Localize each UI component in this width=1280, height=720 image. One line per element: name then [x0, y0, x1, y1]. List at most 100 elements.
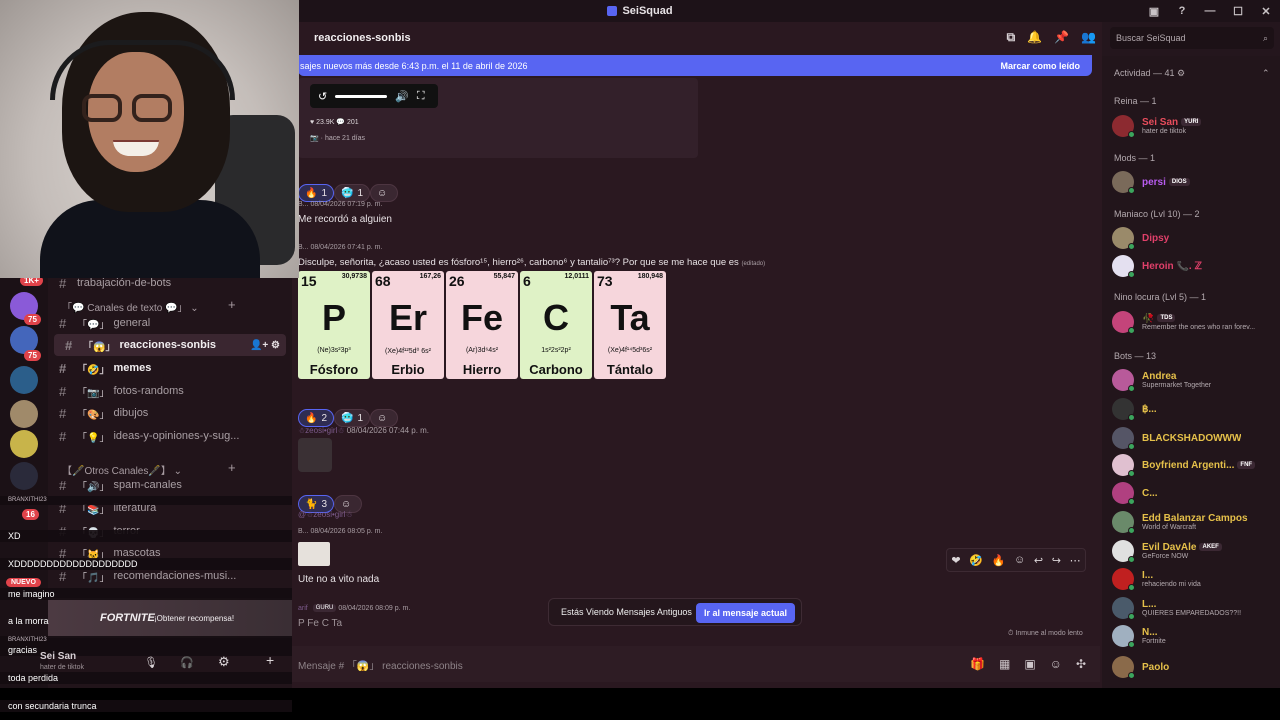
minimize-button[interactable]: —	[1196, 0, 1224, 22]
window-title: SeiSquad	[622, 5, 673, 17]
member-name: L...	[1142, 599, 1241, 610]
member-name-text: 🥀	[1142, 313, 1155, 324]
inbox-icon[interactable]: ▣	[1140, 0, 1168, 22]
close-button[interactable]: ✕	[1252, 0, 1280, 22]
add-icon[interactable]: +	[266, 652, 274, 668]
server-avatar[interactable]	[10, 400, 38, 428]
gift-icon[interactable]: 🎁	[970, 657, 985, 671]
member-item[interactable]: Boyfriend Argenti... FNF	[1112, 451, 1280, 479]
element-name: Erbio	[391, 362, 425, 377]
member-info: N... Fortnite	[1142, 627, 1166, 645]
overlay-text: a la morra	[8, 616, 49, 626]
channel-item[interactable]: # trabajación-de-bots	[48, 278, 292, 294]
member-item[interactable]: L... QUIERES EMPAREDADOS??!!	[1112, 594, 1280, 622]
member-item[interactable]: Dipsy	[1112, 224, 1280, 252]
cat-sticker[interactable]	[298, 438, 332, 472]
emoji-icon[interactable]: ☺	[1050, 657, 1062, 671]
member-item[interactable]: Heroin 📞. ℤ	[1112, 252, 1280, 280]
reaction-emoji: ☺	[377, 412, 388, 424]
reply-icon[interactable]: ↩	[1034, 554, 1043, 567]
element-mass: 180,948	[637, 273, 663, 280]
volume-slider[interactable]	[335, 94, 388, 98]
laugh-reaction-icon[interactable]: 🤣	[969, 554, 983, 567]
volume-icon[interactable]: 🔊	[395, 90, 409, 103]
add-channel-icon[interactable]: +	[228, 297, 236, 312]
collapse-icon[interactable]: ⌃	[1262, 68, 1270, 79]
username[interactable]: ☃zeosi•girl☃	[298, 426, 345, 435]
search-icon[interactable]: ⌕	[1263, 33, 1268, 44]
server-avatar[interactable]	[10, 366, 38, 394]
replay-icon[interactable]: ↺	[318, 90, 327, 103]
bell-icon[interactable]: 🔔	[1027, 30, 1042, 45]
server-avatar[interactable]	[10, 430, 38, 458]
reaction-emoji: 🥶	[341, 187, 354, 199]
member-item[interactable]: BLACKSHADOWWW	[1112, 424, 1280, 452]
member-item[interactable]: Edd Balanzar Campos World of Warcraft	[1112, 508, 1280, 536]
more-icon[interactable]: ⋯	[1070, 554, 1081, 567]
member-item[interactable]: C...	[1112, 479, 1280, 507]
pin-icon[interactable]: 📌	[1054, 30, 1069, 45]
headphones-icon[interactable]: 🎧	[180, 656, 194, 669]
server-avatar[interactable]	[10, 462, 38, 490]
reaction-pill[interactable]: 🔥 2	[298, 409, 335, 427]
members-icon[interactable]: 👥	[1081, 30, 1096, 45]
message-list: ↺ 🔊 ⛶ ♥ 23.9K 💬 201 📷 · hace 21 días 🔥 1 🥶…	[298, 78, 1092, 646]
threads-icon[interactable]: ⧉	[1007, 30, 1016, 45]
member-item[interactable]: ฿...	[1112, 395, 1280, 423]
composer-placeholder[interactable]: Mensaje # 「😱」 reacciones-sonbis	[298, 657, 463, 672]
member-item[interactable]: Paolo	[1112, 653, 1280, 681]
settings-gear-icon[interactable]: ⚙	[218, 654, 230, 670]
element-tile: 26 55,847 Fe (Ar)3d⁶4s² Hierro	[446, 271, 518, 379]
element-num: 26	[449, 273, 465, 289]
mark-as-read-button[interactable]: Marcar como leído	[1000, 61, 1080, 71]
header-toolbar: ⧉ 🔔 📌 👥	[1007, 30, 1096, 45]
channel-reacciones-sonbis[interactable]: # 「😱」 reacciones-sonbis 👤+ ⚙	[54, 334, 286, 356]
reply-reference[interactable]: @☃zeosi•girl☃	[298, 510, 353, 519]
member-name: N...	[1142, 627, 1166, 638]
member-group-header: Mods — 1	[1114, 153, 1156, 163]
member-item[interactable]: persi DIOS	[1112, 168, 1280, 196]
reaction-pill[interactable]: ☺	[370, 409, 399, 427]
username[interactable]: arif	[298, 605, 308, 612]
channel-fotos-randoms[interactable]: # 「📷」 fotos-randoms	[48, 380, 292, 402]
gif-icon[interactable]: ▦	[999, 657, 1010, 671]
member-item[interactable]: N... Fortnite	[1112, 622, 1280, 650]
member-status: Remember the ones who ran forev...	[1142, 324, 1256, 331]
channel-ideas[interactable]: # 「💡」 ideas-y-opiniones-y-sug...	[48, 425, 292, 447]
video-embed: ↺ 🔊 ⛶ ♥ 23.9K 💬 201 📷 · hace 21 días	[298, 78, 698, 158]
channel-general[interactable]: # 「💬」 general	[48, 312, 292, 334]
fullscreen-icon[interactable]: ⛶	[417, 90, 425, 103]
apps-icon[interactable]: ✣	[1076, 657, 1086, 671]
forward-icon[interactable]: ↪	[1052, 554, 1061, 567]
member-item[interactable]: Andrea Supermarket Together	[1112, 366, 1280, 394]
add-channel-icon[interactable]: +	[228, 460, 236, 475]
channel-settings-icon[interactable]: 👤+ ⚙	[250, 340, 280, 351]
channel-spam-canales[interactable]: # 「🔊」 spam-canales	[48, 474, 292, 496]
fire-reaction-icon[interactable]: 🔥	[992, 554, 1006, 567]
periodic-table-image[interactable]: 15 30,9738 P (Ne)3s²3p³ Fósforo 68 167,26 Er (Xe…	[298, 271, 666, 379]
member-item[interactable]: Evil DavAle AKEF GeForce NOW	[1112, 537, 1280, 565]
reaction-pill[interactable]: 🥶 1	[334, 409, 371, 427]
microphone-icon[interactable]: 🎙	[144, 656, 158, 669]
member-item[interactable]: Sei San YURI hater de tiktok	[1112, 112, 1280, 140]
jump-to-present-button[interactable]: Ir al mensaje actual	[695, 603, 795, 623]
member-item[interactable]: I... rehaciendo mi vida	[1112, 565, 1280, 593]
member-status: hater de tiktok	[1142, 128, 1186, 135]
maximize-button[interactable]: ☐	[1224, 0, 1252, 22]
message-composer[interactable]: Mensaje # 「😱」 reacciones-sonbis 🎁 ▦ ▣ ☺ …	[292, 646, 1100, 682]
help-icon[interactable]: ?	[1168, 0, 1196, 22]
reaction-pill[interactable]: 🔥 1	[298, 184, 335, 202]
badge: 75	[24, 314, 41, 325]
heart-reaction-icon[interactable]: ❤	[951, 554, 960, 567]
member-name: Evil DavAle AKEF	[1142, 542, 1222, 553]
add-reaction-icon[interactable]: ☺	[1014, 554, 1025, 566]
reaction-pill[interactable]: ☺	[370, 184, 399, 202]
image-attachment[interactable]	[298, 542, 330, 566]
channel-dibujos[interactable]: # 「🎨」 dibujos	[48, 402, 292, 424]
channel-memes[interactable]: # 「🤣」 memes	[48, 357, 292, 379]
sticker-icon[interactable]: ▣	[1024, 657, 1035, 671]
member-item[interactable]: 🥀 TDS Remember the ones who ran forev...	[1112, 308, 1280, 336]
search-input[interactable]: Buscar SeiSquad ⌕	[1110, 27, 1274, 49]
reaction-pill[interactable]: 🥶 1	[334, 184, 371, 202]
new-messages-bar[interactable]: sajes nuevos más desde 6:43 p.m. el 11 d…	[298, 55, 1092, 76]
